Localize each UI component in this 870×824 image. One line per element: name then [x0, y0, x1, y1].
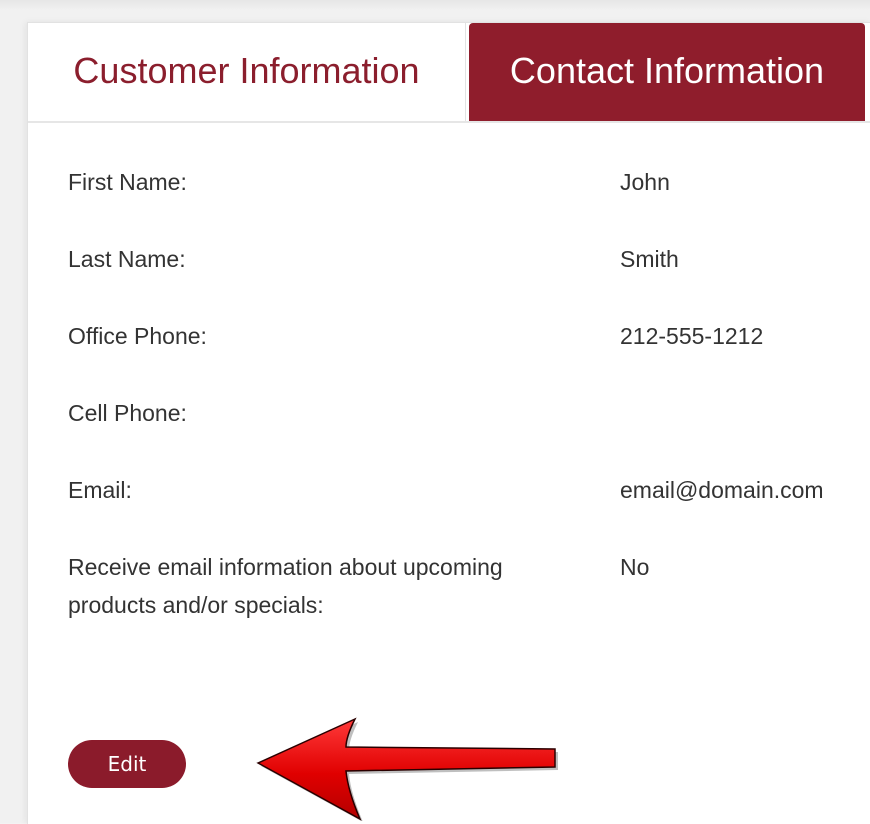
email-opt-in-value: No — [620, 554, 650, 580]
email-value: email@domain.com — [620, 477, 824, 503]
first-name-label: First Name: — [68, 169, 187, 195]
tab-contact-information[interactable]: Contact Information — [469, 23, 865, 121]
top-shadow — [0, 0, 870, 10]
page-background: Customer Information Contact Information… — [0, 0, 870, 824]
last-name-label: Last Name: — [68, 246, 186, 272]
email-label: Email: — [68, 477, 132, 503]
office-phone-value: 212-555-1212 — [620, 323, 764, 349]
contact-panel: Customer Information Contact Information… — [27, 22, 870, 824]
first-name-value: John — [620, 169, 670, 195]
edit-button[interactable]: Edit — [68, 740, 186, 788]
tab-bar: Customer Information Contact Information — [28, 23, 870, 123]
tab-customer-information[interactable]: Customer Information — [28, 23, 466, 121]
last-name-value: Smith — [620, 246, 679, 272]
email-opt-in-label: Receive email information about upcoming… — [68, 554, 503, 618]
office-phone-label: Office Phone: — [68, 323, 207, 349]
cell-phone-label: Cell Phone: — [68, 400, 187, 426]
red-arrow-icon — [256, 717, 558, 821]
